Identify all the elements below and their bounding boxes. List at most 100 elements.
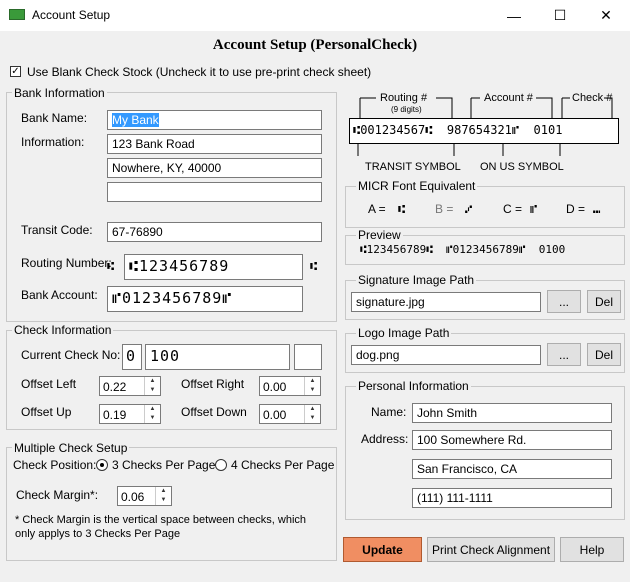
- three-checks-label: 3 Checks Per Page: [112, 458, 216, 472]
- offset-left-value: 0.22: [103, 380, 127, 394]
- update-button[interactable]: Update: [343, 537, 422, 562]
- spin-down-icon[interactable]: ▼: [305, 386, 320, 395]
- bank-info-line2-input[interactable]: Nowhere, KY, 40000: [107, 158, 322, 178]
- address-line1-input[interactable]: 100 Somewhere Rd.: [412, 430, 612, 450]
- micr-d-label: D =: [566, 202, 586, 216]
- micr-a-glyph: ⑆: [398, 202, 407, 216]
- address-line3-input[interactable]: (111) 111-1111: [412, 488, 612, 508]
- spin-down-icon[interactable]: ▼: [156, 496, 171, 505]
- maximize-button[interactable]: ☐: [537, 0, 583, 31]
- name-label: Name:: [371, 405, 407, 419]
- bank-information-label: Information:: [21, 135, 85, 149]
- personal-info-legend: Personal Information: [356, 379, 471, 393]
- check-prefix-input[interactable]: 0: [122, 344, 142, 370]
- routing-left-bracket: [359, 97, 376, 118]
- onus-symbol-caption: ON US SYMBOL: [480, 161, 564, 173]
- spin-down-icon[interactable]: ▼: [305, 414, 320, 423]
- routing-number-label: Routing Number:: [21, 256, 112, 270]
- routing-number-input[interactable]: ⑆123456789: [124, 254, 303, 280]
- margin-note-line2: only applys to 3 Checks Per Page: [15, 528, 181, 540]
- check-margin-value: 0.06: [121, 490, 145, 504]
- check-right-bracket: [604, 97, 613, 118]
- spin-up-icon[interactable]: ▲: [156, 487, 171, 496]
- bank-info-line1-input[interactable]: 123 Bank Road: [107, 134, 322, 154]
- check-left-bracket: [561, 97, 570, 118]
- bank-account-input[interactable]: ⑈0123456789⑈: [107, 286, 303, 312]
- multi-check-legend: Multiple Check Setup: [12, 441, 130, 455]
- logo-path-input[interactable]: dog.png: [351, 345, 541, 365]
- transit-code-label: Transit Code:: [21, 223, 93, 237]
- spin-down-icon[interactable]: ▼: [145, 414, 160, 423]
- spin-up-icon[interactable]: ▲: [145, 377, 160, 386]
- routing-right-bracket: [436, 97, 453, 118]
- margin-note-line1: * Check Margin is the vertical space bet…: [15, 514, 307, 526]
- micr-c-glyph: ⑈: [530, 202, 539, 216]
- logo-browse-button[interactable]: ...: [547, 343, 581, 366]
- offset-right-value: 0.00: [263, 380, 287, 394]
- signature-delete-button[interactable]: Del: [587, 290, 621, 313]
- bank-info-legend: Bank Information: [12, 86, 107, 100]
- blank-check-label: Use Blank Check Stock (Uncheck it to use…: [27, 65, 372, 79]
- check-margin-label: Check Margin*:: [16, 488, 99, 502]
- spin-down-icon[interactable]: ▼: [145, 386, 160, 395]
- bank-name-label: Bank Name:: [21, 111, 88, 125]
- offset-up-value: 0.19: [103, 408, 127, 422]
- address-label: Address:: [361, 432, 409, 446]
- check-margin-arrows[interactable]: ▲ ▼: [155, 487, 171, 505]
- offset-up-spinner[interactable]: 0.19 ▲ ▼: [99, 404, 161, 424]
- offset-right-spinner[interactable]: 0.00 ▲ ▼: [259, 376, 321, 396]
- print-alignment-button[interactable]: Print Check Alignment: [427, 537, 555, 562]
- offset-left-label: Offset Left: [21, 377, 77, 391]
- micr-b-glyph: ⑇: [465, 202, 474, 216]
- micr-a-label: A =: [368, 202, 386, 216]
- micr-b-label: B =: [435, 202, 454, 216]
- close-button[interactable]: ✕: [583, 0, 629, 31]
- offset-left-arrows[interactable]: ▲ ▼: [144, 377, 160, 395]
- micr-d-glyph: ⑉: [593, 202, 602, 216]
- transit-symbol-caption: TRANSIT SYMBOL: [365, 161, 461, 173]
- transit-code-input[interactable]: 67-76890: [107, 222, 322, 242]
- blank-check-checkbox[interactable]: ✓: [10, 66, 21, 77]
- logo-legend: Logo Image Path: [356, 326, 452, 340]
- check-position-label: Check Position:: [13, 458, 97, 472]
- signature-legend: Signature Image Path: [356, 273, 477, 287]
- preview-legend: Preview: [356, 228, 403, 242]
- bank-name-input[interactable]: My Bank: [107, 110, 322, 130]
- offset-up-arrows[interactable]: ▲ ▼: [144, 405, 160, 423]
- spin-up-icon[interactable]: ▲: [145, 405, 160, 414]
- offset-down-label: Offset Down: [181, 405, 247, 419]
- minimize-button[interactable]: —: [491, 0, 537, 31]
- micr-c-label: C =: [503, 202, 523, 216]
- three-checks-radio[interactable]: [96, 459, 108, 471]
- spin-up-icon[interactable]: ▲: [305, 405, 320, 414]
- offset-right-label: Offset Right: [181, 377, 245, 391]
- current-check-label: Current Check No:: [21, 348, 121, 362]
- logo-delete-button[interactable]: Del: [587, 343, 621, 366]
- four-checks-radio[interactable]: [215, 459, 227, 471]
- micr-sample-line: ⑆001234567⑆ 987654321⑈ 0101: [353, 123, 563, 137]
- signature-browse-button[interactable]: ...: [547, 290, 581, 313]
- bank-name-value: My Bank: [112, 113, 159, 127]
- check-margin-spinner[interactable]: 0.06 ▲ ▼: [117, 486, 172, 506]
- offset-down-value: 0.00: [263, 408, 287, 422]
- signature-path-input[interactable]: signature.jpg: [351, 292, 541, 312]
- offset-left-spinner[interactable]: 0.22 ▲ ▼: [99, 376, 161, 396]
- check-suffix-input[interactable]: [294, 344, 322, 370]
- page-title: Account Setup (PersonalCheck): [212, 37, 418, 53]
- offset-up-label: Offset Up: [21, 405, 72, 419]
- offset-right-arrows[interactable]: ▲ ▼: [304, 377, 320, 395]
- four-checks-label: 4 Checks Per Page: [231, 458, 335, 472]
- routing-suffix-symbol: ⑆: [310, 259, 319, 273]
- name-input[interactable]: John Smith: [412, 403, 612, 423]
- offset-down-spinner[interactable]: 0.00 ▲ ▼: [259, 404, 321, 424]
- offset-down-arrows[interactable]: ▲ ▼: [304, 405, 320, 423]
- current-check-input[interactable]: 100: [145, 344, 290, 370]
- bank-info-line3-input[interactable]: [107, 182, 322, 202]
- app-icon: [9, 9, 25, 20]
- account-right-bracket: [536, 97, 553, 118]
- spin-up-icon[interactable]: ▲: [305, 377, 320, 386]
- help-button[interactable]: Help: [560, 537, 624, 562]
- check-info-legend: Check Information: [12, 323, 114, 337]
- bank-account-label: Bank Account:: [21, 288, 98, 302]
- address-line2-input[interactable]: San Francisco, CA: [412, 459, 612, 479]
